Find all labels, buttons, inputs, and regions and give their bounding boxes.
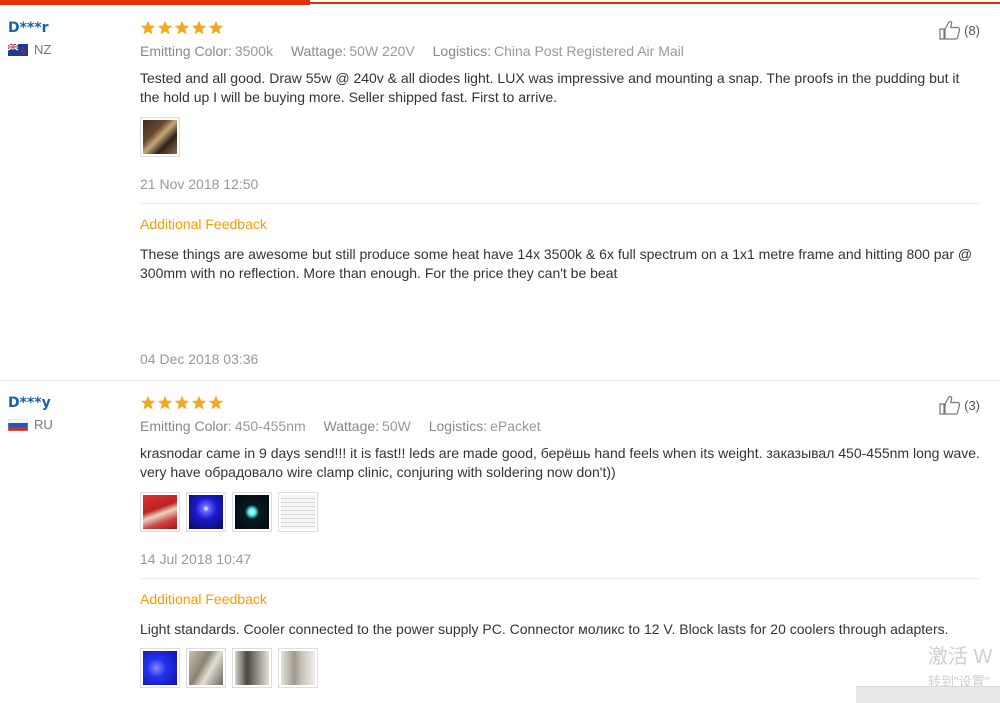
review-attributes: Emitting Color: 450-455nm Wattage: 50W Log…: [140, 418, 541, 434]
review-date: 14 Jul 2018 10:47: [140, 551, 252, 567]
top-tab-bar: [0, 0, 1000, 5]
active-tab-indicator: [0, 0, 310, 5]
ru-flag-icon: [7, 418, 29, 431]
review-photo[interactable]: [278, 492, 318, 532]
attr-value: ePacket: [490, 418, 541, 434]
review-text: Tested and all good. Draw 55w @ 240v & a…: [140, 70, 960, 105]
os-activation-watermark: 激活 W 转到"设置": [928, 640, 992, 690]
attr-value: 50W: [382, 418, 411, 434]
attr-value: 3500k: [234, 43, 273, 59]
helpful-button[interactable]: (3): [939, 395, 980, 415]
buyer-name[interactable]: D***y: [8, 395, 53, 411]
helpful-button[interactable]: (8): [939, 20, 980, 40]
buyer-info: D***r NZ: [7, 20, 52, 57]
review-separator: [0, 380, 1000, 381]
review-date: 21 Nov 2018 12:50: [140, 176, 259, 192]
divider: [140, 203, 980, 204]
review-text: krasnodar came in 9 days send!!! it is f…: [140, 445, 980, 480]
review-photo[interactable]: [278, 648, 318, 688]
attr-label: Logistics:: [432, 43, 491, 59]
additional-feedback-date: 04 Dec 2018 03:36: [140, 351, 259, 367]
buyer-name[interactable]: D***r: [8, 20, 51, 36]
buyer-country: RU: [7, 417, 53, 432]
star-icon: [191, 395, 207, 410]
star-icon: [174, 395, 190, 410]
attr-label: Emitting Color:: [140, 43, 232, 59]
review-item: D***r NZ (8) Emitting Color: 3500k Wattag…: [0, 20, 1000, 380]
attr-label: Wattage:: [290, 43, 347, 59]
review-photo[interactable]: [140, 117, 180, 157]
star-icon: [157, 20, 173, 35]
review-photo[interactable]: [232, 492, 272, 532]
additional-feedback-text: These things are awesome but still produ…: [140, 246, 973, 281]
helpful-count: (3): [964, 397, 980, 413]
review-attributes: Emitting Color: 3500k Wattage: 50W 220V Lo…: [140, 43, 684, 59]
divider: [140, 578, 980, 579]
star-icon: [208, 395, 224, 410]
thumbs-up-icon: [939, 20, 961, 40]
star-icon: [157, 395, 173, 410]
additional-feedback-title: Additional Feedback: [140, 591, 267, 607]
country-code: RU: [34, 417, 53, 432]
tab-underline: [310, 2, 1000, 4]
review-item: D***y RU (3) Emitting Color: 450-455nm Wa…: [0, 395, 1000, 702]
attr-value: China Post Registered Air Mail: [494, 43, 684, 59]
buyer-country: NZ: [7, 42, 52, 57]
additional-feedback-images: [140, 648, 318, 688]
attr-label: Logistics:: [428, 418, 488, 434]
star-rating: [140, 395, 224, 411]
attr-label: Emitting Color:: [140, 418, 232, 434]
helpful-count: (8): [964, 22, 980, 38]
buyer-info: D***y RU: [7, 395, 53, 432]
attr-label: Wattage:: [323, 418, 380, 434]
review-photo[interactable]: [186, 648, 226, 688]
thumbs-up-icon: [939, 395, 961, 415]
review-photo[interactable]: [186, 492, 226, 532]
additional-feedback-text: Light standards. Cooler connected to the…: [140, 621, 949, 637]
watermark-line1: 激活 W: [928, 646, 993, 668]
star-icon: [140, 20, 156, 35]
review-images: [140, 492, 318, 532]
nz-flag-icon: [7, 42, 28, 56]
review-photo[interactable]: [140, 492, 180, 532]
review-photo[interactable]: [140, 648, 180, 688]
star-icon: [140, 395, 156, 410]
additional-feedback-title: Additional Feedback: [140, 216, 267, 232]
attr-value: 50W 220V: [349, 43, 415, 59]
star-rating: [140, 20, 224, 36]
country-code: NZ: [34, 42, 52, 57]
attr-value: 450-455nm: [234, 418, 306, 434]
review-photo[interactable]: [232, 648, 272, 688]
star-icon: [174, 20, 190, 35]
star-icon: [191, 20, 207, 35]
floating-panel-edge: [856, 686, 1000, 703]
review-images: [140, 117, 180, 157]
star-icon: [208, 20, 224, 35]
